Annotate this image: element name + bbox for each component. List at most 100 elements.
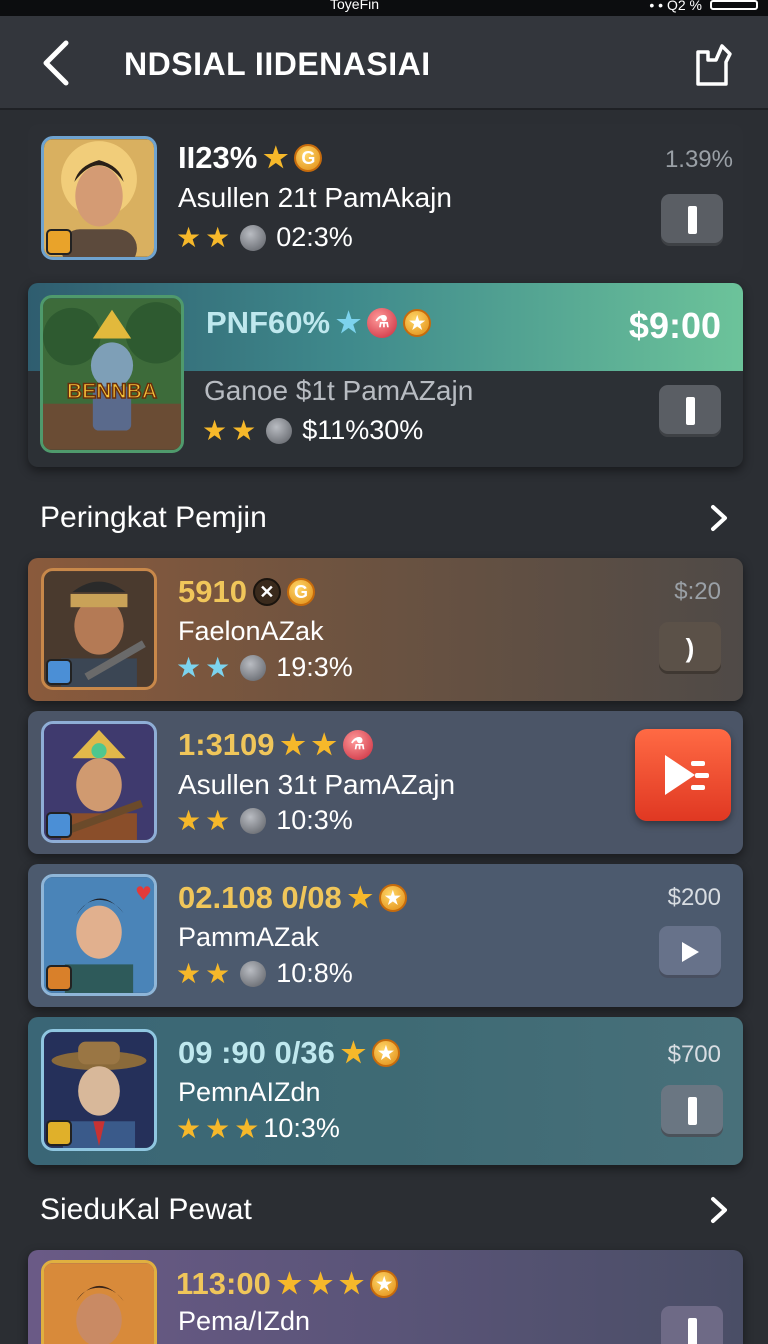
list-item[interactable]: 113:00 ★ ★ ★ ★ Pema/IZdn [28, 1250, 743, 1344]
stat-value: 113:00 [176, 1266, 271, 1301]
soldier-thumbnail [41, 568, 157, 690]
rating-text: $11%30% [302, 415, 424, 445]
rating-row: ★ ★ 19:3% [176, 652, 353, 683]
star-icon: ★ [205, 1112, 231, 1144]
game-logo-text: BENNBA [67, 380, 157, 403]
list-item[interactable]: 1:3109 ★ ★ ⚗ Asullen 31t PamAZajn ★ ★ 10… [28, 711, 743, 854]
list-item[interactable]: 09 :90 0/36 ★ ★ PemnAIZdn ★ ★ ★ 10:3% $7… [28, 1017, 743, 1165]
stat-value: 5910 [178, 574, 247, 609]
item-action-button[interactable]: ) [659, 622, 721, 674]
item-action-button[interactable] [661, 194, 723, 246]
video-play-icon [665, 755, 709, 795]
empty-star-icon [240, 224, 267, 251]
stat-value: 02.108 0/08 [178, 880, 342, 915]
item-name: PammAZak [178, 922, 320, 952]
item-name: Asullen 21t PamAkajn [178, 182, 452, 213]
star-icon: ★ [340, 1037, 366, 1068]
rating-row: ★ ★ 10:3% [176, 805, 353, 836]
warrior-game-art: BENNBA [43, 298, 181, 450]
item-name: PemnAIZdn [178, 1077, 321, 1107]
rating-text: 10:3% [276, 805, 353, 835]
rating-row: ★ ★ $11%30% [202, 415, 423, 446]
star-icon: ★ [347, 882, 373, 913]
play-video-button[interactable] [635, 729, 731, 821]
stat-value: PNF60% [206, 305, 331, 340]
bar-icon [685, 397, 695, 425]
star-icon: ★ [276, 1268, 302, 1299]
star-icon: ★ [307, 1268, 334, 1299]
back-arrow-icon[interactable] [36, 38, 76, 88]
bar-icon [687, 206, 697, 234]
item-action-button[interactable] [661, 1306, 723, 1344]
rating-text: 02:3% [276, 222, 353, 252]
empty-star-icon [266, 417, 293, 444]
star-icon: ★ [205, 804, 231, 836]
section-header-sedukal[interactable]: SieduKal Pewat [40, 1190, 730, 1230]
featured-price: $9:00 [628, 305, 721, 346]
empty-star-icon [240, 654, 267, 681]
rank-badge-icon [46, 812, 72, 838]
fighter-thumbnail: ♥ [41, 874, 157, 996]
coin-icon: ★ [370, 1270, 399, 1298]
item-stat: 113:00 ★ ★ ★ ★ [176, 1266, 399, 1302]
star-icon: ★ [176, 1112, 202, 1144]
coin-icon: G [294, 144, 323, 172]
coin-icon: ★ [371, 1039, 400, 1067]
share-icon[interactable] [692, 40, 736, 88]
locked-icon: ✕ [252, 578, 281, 606]
rank-badge-icon [46, 965, 72, 991]
action-glyph: ) [685, 632, 695, 663]
star-icon: ★ [176, 957, 202, 989]
chevron-right-icon[interactable] [708, 503, 730, 533]
hero-thumbnail [41, 1260, 157, 1344]
item-price: 1.39% [664, 146, 733, 173]
battery-icon [710, 0, 758, 10]
list-item[interactable]: 5910 ✕ G FaelonAZak ★ ★ 19:3% $:20 ) [28, 558, 743, 701]
star-icon: ★ [234, 1112, 260, 1144]
rating-row: ★ ★ 02:3% [176, 222, 353, 253]
item-stat: II23% ★ G [178, 140, 323, 176]
item-price: $700 [667, 1041, 721, 1068]
item-action-button[interactable] [659, 385, 721, 437]
status-icons: • • Q2 % [649, 0, 758, 13]
empty-star-icon [240, 960, 267, 987]
potion-icon: ⚗ [367, 308, 398, 338]
rating-text: 10:3% [263, 1113, 340, 1143]
item-stat: 09 :90 0/36 ★ ★ [178, 1035, 400, 1071]
rank-badge-icon [46, 229, 72, 255]
rating-text: 19:3% [276, 652, 353, 682]
star-icon: ★ [202, 414, 228, 446]
empty-star-icon [240, 807, 267, 834]
bar-icon [687, 1318, 697, 1344]
section-title: Peringkat Pemjin [40, 501, 267, 534]
hero-portrait-2 [44, 1263, 154, 1344]
hero-portrait-thumbnail [41, 136, 157, 260]
featured-card-1[interactable]: II23% ★ G Asullen 21t PamAkajn ★ ★ 02:3%… [28, 124, 743, 274]
play-button[interactable] [659, 926, 721, 978]
chevron-right-icon[interactable] [708, 1195, 730, 1225]
star-icon: ★ [205, 957, 231, 989]
star-icon: ★ [263, 142, 289, 173]
coin-icon: ★ [378, 884, 407, 912]
item-price: $:20 [674, 578, 721, 605]
star-icon: ★ [176, 651, 202, 683]
featured-card-2[interactable]: BENNBA PNF60% ★ ⚗ ★ $9:00 Ganoe $1t PamA… [28, 283, 743, 467]
coin-icon: ★ [403, 309, 432, 337]
section-header-peringkat[interactable]: Peringkat Pemjin [40, 498, 730, 538]
status-bar: ToyeFin • • Q2 % [0, 0, 768, 16]
stat-value: 09 :90 0/36 [178, 1035, 335, 1070]
svg-text:♥: ♥ [135, 883, 152, 905]
item-name: Pema/IZdn [178, 1306, 311, 1336]
item-name: Asullen 31t PamAZajn [178, 769, 456, 800]
app-bar: NDSIAL IIDENASIAI [0, 16, 768, 110]
list-item[interactable]: ♥ 02.108 0/08 ★ ★ PammAZak ★ ★ 10:8% $20… [28, 864, 743, 1007]
star-icon: ★ [176, 804, 202, 836]
star-icon: ★ [336, 307, 362, 338]
item-stat: PNF60% ★ ⚗ ★ [206, 305, 432, 341]
page-title: NDSIAL IIDENASIAI [124, 46, 431, 82]
item-action-button[interactable] [661, 1085, 723, 1137]
status-carrier: ToyeFin [330, 0, 380, 12]
rank-badge-icon [46, 1120, 72, 1146]
item-stat: 02.108 0/08 ★ ★ [178, 880, 407, 916]
star-icon: ★ [280, 729, 306, 760]
